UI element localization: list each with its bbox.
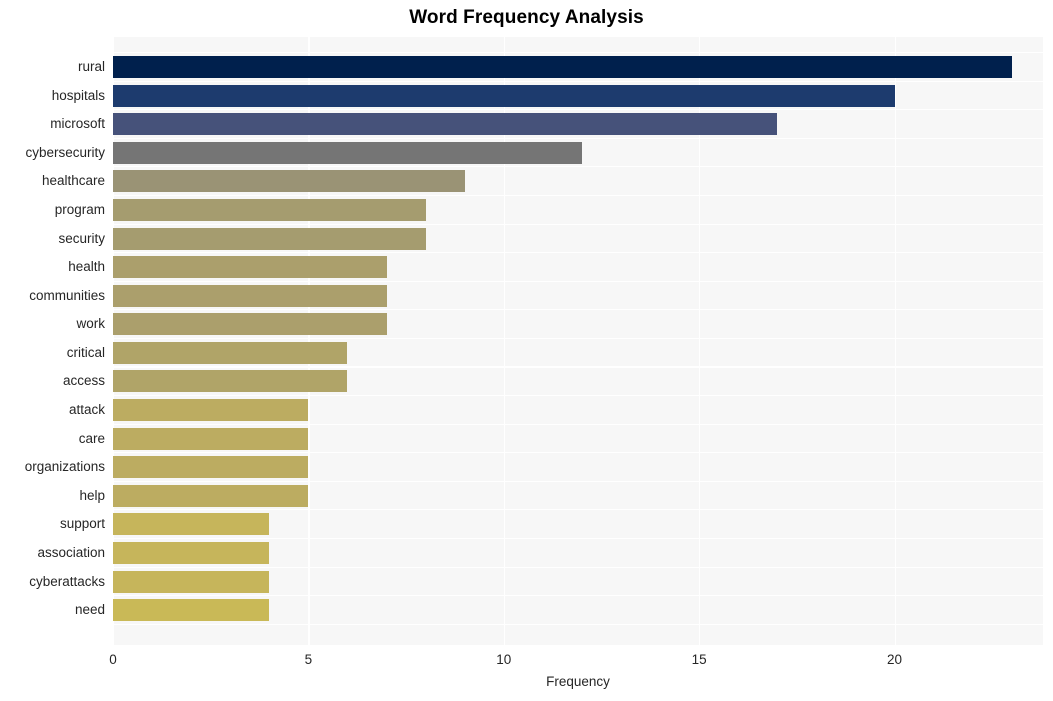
x-axis-tick-labels: 0 5 10 15 20 <box>109 645 1043 675</box>
horizontal-gridline <box>113 80 1043 82</box>
plot-area <box>113 37 1043 645</box>
bar <box>113 284 387 307</box>
bar <box>113 141 582 164</box>
y-axis-tick-label: care <box>78 430 105 446</box>
horizontal-gridline <box>113 537 1043 540</box>
bar <box>113 113 778 136</box>
x-axis-tick-label: 20 <box>886 652 903 667</box>
bar <box>113 84 895 107</box>
horizontal-gridline <box>113 280 1043 282</box>
bar <box>113 541 270 564</box>
y-axis-tick-label: work <box>76 316 105 332</box>
y-axis-tick-label: microsoft <box>50 116 105 132</box>
horizontal-gridline <box>113 480 1043 482</box>
bar <box>113 570 270 593</box>
y-axis-tick-label: program <box>54 201 105 217</box>
bar <box>113 456 309 479</box>
horizontal-gridline <box>113 166 1043 168</box>
y-axis-tick-label: organizations <box>24 459 105 475</box>
horizontal-gridline <box>113 252 1043 254</box>
horizontal-gridline <box>113 223 1043 225</box>
y-axis-tick-label: support <box>59 516 105 532</box>
bar <box>113 313 387 336</box>
horizontal-gridline <box>113 509 1043 511</box>
y-axis-tick-label: healthcare <box>41 173 105 189</box>
horizontal-gridline <box>113 395 1043 397</box>
bar <box>113 427 309 450</box>
bar <box>113 370 348 393</box>
horizontal-gridline <box>113 52 1043 54</box>
horizontal-gridline <box>113 423 1043 425</box>
y-axis-tick-label: need <box>74 602 105 618</box>
horizontal-gridline <box>113 623 1043 625</box>
chart-title: Word Frequency Analysis <box>409 7 644 28</box>
y-axis-tick-label: hospitals <box>51 87 105 103</box>
x-axis-tick-label: 15 <box>691 652 707 667</box>
bar <box>113 227 426 250</box>
horizontal-gridline <box>113 366 1043 368</box>
word-frequency-chart-figure: Word Frequency Analysis rural hospitals mi… <box>0 0 1053 701</box>
horizontal-gridline <box>113 194 1043 197</box>
bar <box>113 341 348 364</box>
bar <box>113 399 309 422</box>
bar <box>113 170 465 193</box>
horizontal-gridline <box>113 337 1043 339</box>
y-axis-tick-label: health <box>68 259 105 275</box>
bar <box>113 484 309 507</box>
bar <box>113 56 1012 78</box>
horizontal-gridline <box>113 309 1043 311</box>
x-axis-tick-label: 0 <box>109 652 117 667</box>
horizontal-gridline <box>113 595 1043 597</box>
bar <box>113 256 387 279</box>
y-axis-tick-label: attack <box>68 402 105 418</box>
y-axis-tick-label: cybersecurity <box>25 144 105 160</box>
x-axis-tick-label: 10 <box>496 652 512 667</box>
horizontal-gridline <box>113 109 1043 111</box>
vertical-gridline <box>894 37 896 645</box>
y-axis-tick-label: help <box>79 487 105 503</box>
y-axis-tick-label: security <box>58 230 105 246</box>
bar <box>113 599 270 622</box>
horizontal-gridline <box>113 137 1043 139</box>
x-axis-title: Frequency <box>546 674 610 689</box>
bar <box>113 198 426 221</box>
bar <box>113 513 270 536</box>
y-axis-tick-label: communities <box>29 287 105 303</box>
y-axis-tick-label: association <box>37 544 105 560</box>
y-axis-category-labels: rural hospitals microsoft cybersecurity heal… <box>0 37 105 645</box>
horizontal-gridline <box>113 452 1043 454</box>
y-axis-tick-label: rural <box>77 59 105 74</box>
horizontal-gridline <box>113 566 1043 568</box>
y-axis-tick-label: critical <box>66 344 105 360</box>
x-axis-tick-label: 5 <box>304 652 313 667</box>
y-axis-tick-label: cyberattacks <box>29 573 105 589</box>
y-axis-tick-label: access <box>62 373 105 389</box>
